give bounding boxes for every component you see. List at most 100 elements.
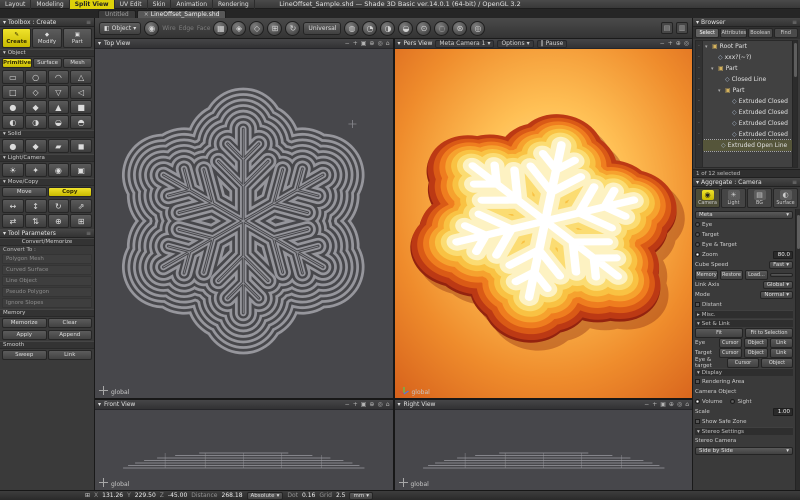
tool-parameters-panel-header[interactable]: ▾ Tool Parameters ≡	[0, 229, 94, 238]
target-radio[interactable]	[695, 232, 700, 237]
volume-radio[interactable]	[695, 399, 700, 404]
solid-sphere-icon[interactable]: ●	[2, 139, 24, 153]
cube-tool-icon[interactable]: ■	[70, 100, 92, 114]
pan-icon[interactable]: ⊕	[369, 40, 374, 47]
tab-untitled[interactable]: Untitled	[98, 10, 136, 18]
grid-snap-icon[interactable]: ⊞	[85, 492, 90, 499]
camera-view-icon[interactable]: ◉	[144, 21, 159, 36]
spot-light-icon[interactable]: ✦	[25, 163, 47, 177]
tab-select[interactable]: Select	[695, 28, 719, 38]
tree-row-extruded-3[interactable]: ◇ Extruded Closed	[703, 118, 792, 129]
convert-option-pseudo-polygon[interactable]: Pseudo Polygon	[2, 287, 92, 297]
circle-tool-icon[interactable]: ○	[25, 70, 47, 84]
light-camera-section-header[interactable]: ▾ Light/Camera	[0, 154, 94, 162]
zoom-in-icon[interactable]: +	[652, 401, 657, 408]
triangle-down-tool-icon[interactable]: ▽	[48, 85, 70, 99]
scale-input[interactable]: 1.00	[773, 408, 793, 416]
pan-icon[interactable]: ⊕	[669, 401, 674, 408]
copy-button[interactable]: Copy	[48, 187, 93, 197]
rotate-view-icon[interactable]: ◎	[677, 401, 682, 408]
tree-row-closed-line[interactable]: ◇ Closed Line	[703, 74, 792, 85]
display-section-header[interactable]: ▾ Display	[695, 368, 793, 376]
properties-scrollbar[interactable]	[795, 209, 800, 490]
viewport-right[interactable]: ▾ Right View − + ▣ ⊕ ◎ ⌂	[395, 400, 693, 490]
aggregate-panel-header[interactable]: ▾ Aggregate : Camera ≡	[693, 178, 800, 187]
rendering-area-checkbox[interactable]	[695, 379, 700, 384]
restore-button[interactable]: Restore	[720, 270, 743, 280]
create-mode-button[interactable]: ✎ Create	[2, 28, 31, 48]
viewport-front[interactable]: ▾ Front View − + ▣ ⊕ ◎ ⌂	[95, 400, 393, 490]
fit-to-selection-button[interactable]: Fit to Selection	[745, 328, 793, 338]
arc-tool-icon[interactable]: ◠	[48, 70, 70, 84]
target-object-button[interactable]: Object	[744, 348, 768, 358]
camera-select-dropdown[interactable]: Meta Camera 1 ▾	[435, 40, 494, 48]
translate-x-icon[interactable]: ↔	[2, 199, 24, 213]
primitive-tab-button[interactable]: Primitive	[2, 58, 32, 68]
rotate-icon[interactable]: ↻	[48, 199, 70, 213]
eye-radio[interactable]	[695, 222, 700, 227]
tree-scrollbar[interactable]	[792, 41, 797, 167]
tree-row-camera[interactable]: ◇ xxx?(~?)	[703, 52, 792, 63]
maximize-view-icon[interactable]: ▣	[361, 40, 367, 47]
shading-half-icon[interactable]: ◑	[380, 21, 395, 36]
browser-panel-header[interactable]: ▾ Browser ≡	[693, 18, 800, 27]
safe-zone-checkbox[interactable]	[695, 419, 700, 424]
shading-quarter-icon[interactable]: ◔	[362, 21, 377, 36]
zoom-out-icon[interactable]: −	[660, 40, 665, 47]
surface-tab-button[interactable]: Surface	[33, 58, 62, 68]
right-view-canvas[interactable]	[395, 410, 693, 490]
wire-mode-label[interactable]: Wire	[162, 25, 176, 32]
rotate-view-icon[interactable]: ◎	[377, 40, 382, 47]
object-mode-dropdown[interactable]: ◧ Object ▾	[99, 22, 141, 35]
chevron-down-icon[interactable]: ▾	[398, 40, 401, 47]
stereo-mode-dropdown[interactable]: Side by Side ▾	[695, 447, 793, 455]
tab-surface[interactable]: ◐ Surface	[773, 188, 798, 208]
face-mode-label[interactable]: Face	[197, 25, 211, 32]
tree-row-part-2[interactable]: ▾ ▣ Part	[703, 85, 792, 96]
menu-tab-rendering[interactable]: Rendering	[213, 0, 255, 9]
modify-mode-button[interactable]: ◆ Modify	[32, 28, 61, 48]
select-tool-icon[interactable]: ◇	[249, 21, 264, 36]
texture-icon[interactable]: ⊙	[416, 21, 431, 36]
zoom-in-icon[interactable]: +	[353, 401, 358, 408]
reset-view-icon[interactable]: ⌂	[386, 401, 390, 408]
viewport-pers[interactable]: ▾ Pers View Meta Camera 1 ▾ Options ▾ ‖ …	[395, 39, 693, 398]
solid-slab-icon[interactable]: ▰	[48, 139, 70, 153]
tab-bg[interactable]: ▤ BG	[747, 188, 772, 208]
expander-icon[interactable]: ▾	[711, 66, 716, 72]
cone-tool-icon[interactable]: ▲	[48, 100, 70, 114]
viewport-top[interactable]: ▾ Top View − + ▣ ⊕ ◎ ⌂	[95, 39, 393, 398]
link-button[interactable]: Link	[48, 350, 93, 360]
diamond-tool-icon[interactable]: ◇	[25, 85, 47, 99]
pan-icon[interactable]: ⊕	[369, 401, 374, 408]
append-button[interactable]: Append	[48, 330, 93, 340]
eye-target-object-button[interactable]: Object	[761, 358, 793, 368]
fit-button[interactable]: Fit	[695, 328, 743, 338]
menu-tab-uv-edit[interactable]: UV Edit	[115, 0, 148, 9]
expander-icon[interactable]: ▾	[705, 44, 710, 50]
menu-tab-layout[interactable]: Layout	[0, 0, 31, 9]
move-copy-section-header[interactable]: ▾ Move/Copy	[0, 178, 94, 186]
tree-row-extruded-open-line[interactable]: ◇ Extruded Open Line	[703, 140, 792, 151]
maximize-view-icon[interactable]: ▣	[361, 401, 367, 408]
dome-up-tool-icon[interactable]: ◓	[70, 115, 92, 129]
eye-link-button[interactable]: Link	[770, 338, 794, 348]
panel-layout-icon[interactable]: ▤	[661, 22, 673, 34]
object-section-header[interactable]: ▾ Object	[0, 49, 94, 57]
rotate-view-icon[interactable]: ◎	[684, 40, 689, 47]
zoom-radio[interactable]	[695, 252, 700, 257]
tree-row-extruded-4[interactable]: ◇ Extruded Closed	[703, 129, 792, 140]
zoom-in-icon[interactable]: +	[353, 40, 358, 47]
triangle-left-tool-icon[interactable]: ◁	[70, 85, 92, 99]
stereo-section-header[interactable]: ▾ Stereo Settings	[695, 427, 793, 435]
eye-object-button[interactable]: Object	[744, 338, 768, 348]
mirror-v-icon[interactable]: ⇅	[25, 214, 47, 228]
solid-cube-icon[interactable]: ◼	[70, 139, 92, 153]
close-icon[interactable]: ×	[144, 11, 149, 18]
manipulator-icon[interactable]: ⊞	[267, 21, 282, 36]
solid-diamond-tool-icon[interactable]: ◆	[25, 100, 47, 114]
tree-row-extruded-2[interactable]: ◇ Extruded Closed	[703, 107, 792, 118]
rotate-view-icon[interactable]: ◎	[377, 401, 382, 408]
universal-button[interactable]: Universal	[303, 22, 341, 35]
pause-button[interactable]: ‖ Pause	[537, 40, 568, 48]
